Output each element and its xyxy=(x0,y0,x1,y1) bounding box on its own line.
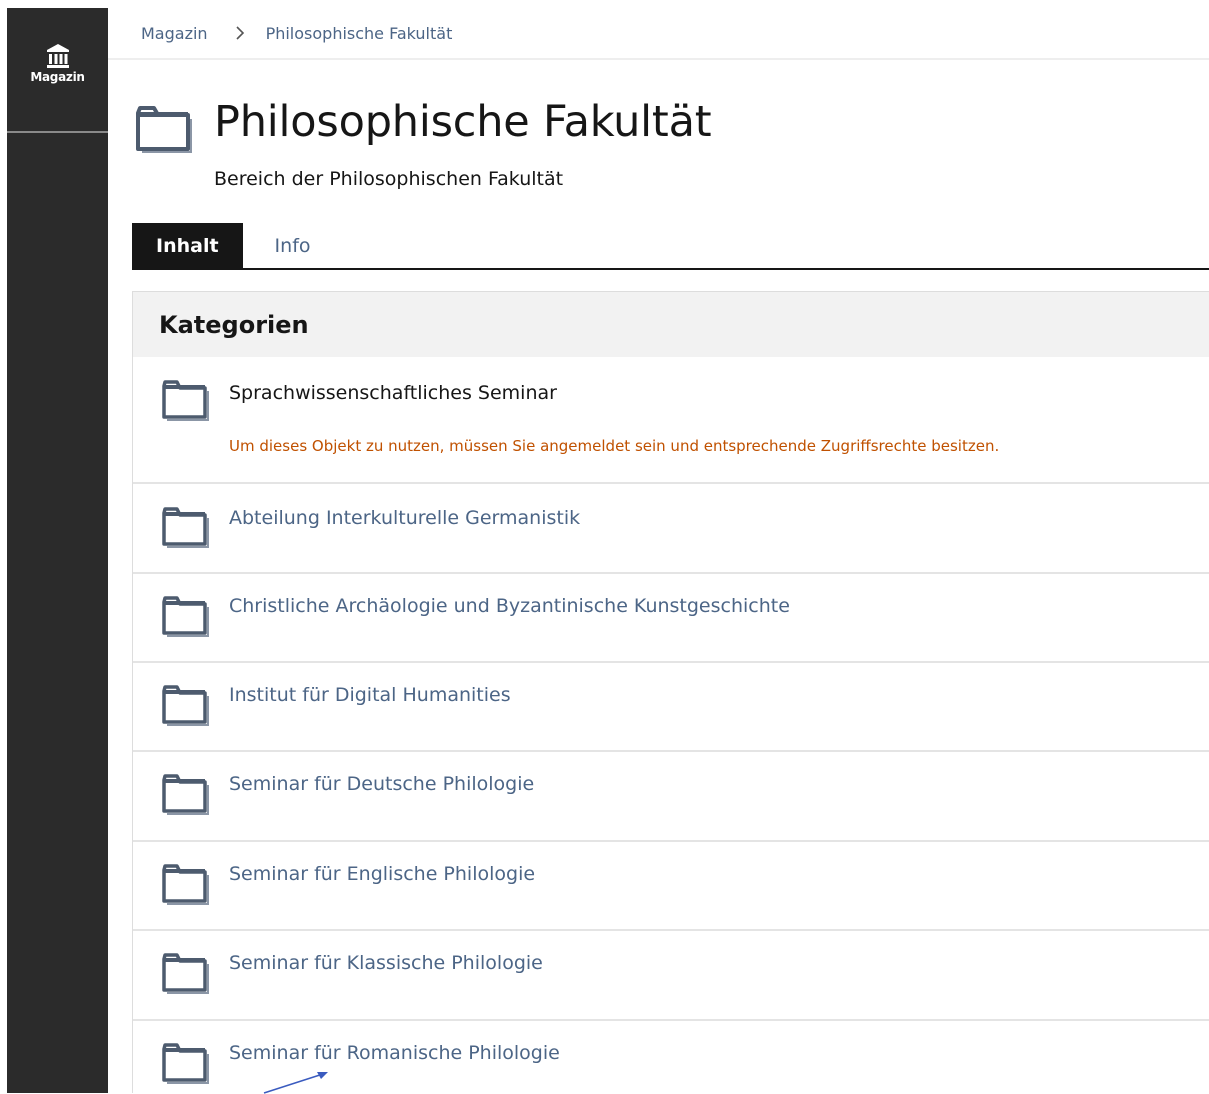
folder-icon xyxy=(162,380,209,421)
access-alert: Um dieses Objekt zu nutzen, müssen Sie a… xyxy=(229,437,1000,455)
item-title-link[interactable]: Seminar für Deutsche Philologie xyxy=(229,773,534,795)
list-item[interactable]: Seminar für Klassische Philologie xyxy=(133,929,1209,1021)
item-title-link[interactable]: Institut für Digital Humanities xyxy=(229,684,511,706)
tab-info[interactable]: Info xyxy=(243,223,335,268)
folder-icon xyxy=(162,864,209,905)
breadcrumb: Magazin Philosophische Fakultät xyxy=(108,8,1209,60)
folder-icon xyxy=(162,774,209,815)
mainbar-item-magazin[interactable]: Magazin xyxy=(7,8,108,133)
page-description: Bereich der Philosophischen Fakultät xyxy=(214,168,564,190)
list-item[interactable]: Seminar für Englische Philologie xyxy=(133,840,1209,931)
categories-panel: Kategorien Sprachwissenschaftliches Semi… xyxy=(132,291,1209,1093)
item-title-link[interactable]: Christliche Archäologie und Byzantinisch… xyxy=(229,595,790,617)
page-title: Philosophische Fakultät xyxy=(214,97,712,147)
list-item[interactable]: Abteilung Interkulturelle Germanistik xyxy=(133,482,1209,574)
item-title-link[interactable]: Abteilung Interkulturelle Germanistik xyxy=(229,507,580,529)
folder-icon xyxy=(136,106,192,153)
breadcrumb-item-current[interactable]: Philosophische Fakultät xyxy=(266,24,453,43)
list-item[interactable]: Institut für Digital Humanities xyxy=(133,661,1209,752)
folder-icon xyxy=(162,1043,209,1084)
tab-bar: Inhalt Info xyxy=(132,223,1209,270)
museum-icon xyxy=(46,44,69,68)
list-item[interactable]: Christliche Archäologie und Byzantinisch… xyxy=(133,572,1209,663)
folder-icon xyxy=(162,596,209,637)
mainbar-item-label: Magazin xyxy=(30,70,85,84)
breadcrumb-item-magazin[interactable]: Magazin xyxy=(141,24,208,43)
chevron-right-icon xyxy=(235,26,244,40)
folder-icon xyxy=(162,685,209,726)
tab-inhalt[interactable]: Inhalt xyxy=(132,223,243,268)
item-title-link[interactable]: Seminar für Romanische Philologie xyxy=(229,1042,560,1064)
annotation-arrow-icon xyxy=(263,1072,328,1094)
panel-heading: Kategorien xyxy=(133,292,1209,357)
item-title-link[interactable]: Seminar für Klassische Philologie xyxy=(229,952,543,974)
folder-icon xyxy=(162,507,209,548)
list-item: Sprachwissenschaftliches Seminar Um dies… xyxy=(133,357,1209,484)
main-bar: Magazin xyxy=(7,8,108,1093)
item-title: Sprachwissenschaftliches Seminar xyxy=(229,382,557,404)
folder-icon xyxy=(162,953,209,994)
item-title-link[interactable]: Seminar für Englische Philologie xyxy=(229,863,535,885)
list-item[interactable]: Seminar für Deutsche Philologie xyxy=(133,750,1209,842)
